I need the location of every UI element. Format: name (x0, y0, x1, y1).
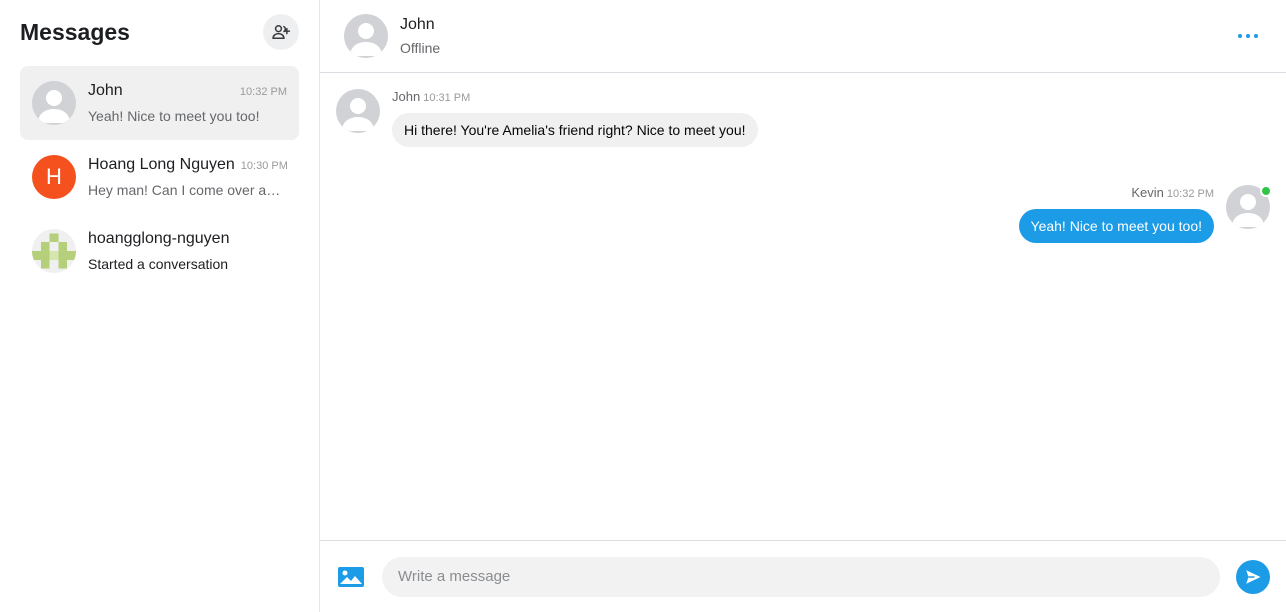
more-options-button[interactable] (1234, 28, 1262, 44)
conversation-name: Hoang Long Nguyen (88, 156, 235, 173)
message-input[interactable] (382, 556, 1220, 597)
message-sender: John (392, 89, 421, 104)
message-list: John 10:31 PM Hi there! You're Amelia's f… (320, 73, 1286, 540)
message-time: 10:31 PM (423, 92, 471, 104)
contact-avatar[interactable] (344, 14, 388, 58)
conversation-list: John 10:32 PM Yeah! Nice to meet you too… (0, 64, 319, 288)
add-user-icon (272, 25, 291, 39)
message-bubble[interactable]: Yeah! Nice to meet you too! (1018, 209, 1214, 243)
contact-name: John (400, 16, 435, 33)
send-icon (1246, 569, 1261, 584)
conversation-time: 10:30 PM (240, 160, 288, 172)
online-status-dot (1260, 185, 1272, 197)
message-sender: Kevin (1131, 185, 1164, 200)
more-dots-icon (1238, 34, 1242, 38)
messenger-app: Messages John 10:32 PM Yeah! Nice to mee… (0, 0, 1286, 612)
outgoing-message: Kevin 10:32 PM Yeah! Nice to meet you too… (1018, 185, 1272, 243)
sender-avatar (336, 89, 380, 133)
send-button[interactable] (1236, 559, 1270, 594)
sidebar: Messages John 10:32 PM Yeah! Nice to mee… (0, 0, 320, 612)
message-bubble[interactable]: Hi there! You're Amelia's friend right? … (392, 113, 758, 147)
conversation-preview: Started a conversation (88, 256, 229, 272)
message-composer (320, 540, 1286, 612)
conversation-name: hoangglong-nguyen (88, 230, 230, 247)
conversation-preview: Hey man! Can I come over and play some g… (88, 182, 287, 198)
incoming-message: John 10:31 PM Hi there! You're Amelia's f… (336, 89, 758, 147)
chat-header: John Offline (320, 0, 1286, 73)
message-time: 10:32 PM (1166, 188, 1214, 200)
letter-avatar: H (32, 155, 76, 199)
conversation-item-hoangglong-nguyen[interactable]: hoangglong-nguyen Started a conversation (20, 214, 299, 288)
conversation-item-hoang-long-nguyen[interactable]: H Hoang Long Nguyen 10:30 PM Hey man! Ca… (20, 140, 299, 214)
identicon-avatar (32, 229, 76, 273)
conversation-item-john[interactable]: John 10:32 PM Yeah! Nice to meet you too… (20, 66, 299, 140)
attach-image-button[interactable] (336, 562, 366, 592)
chat-panel: John Offline John 10:31 PM Hi there! You… (320, 0, 1286, 612)
contact-status: Offline (400, 40, 441, 56)
conversation-preview: Yeah! Nice to meet you too! (88, 108, 260, 124)
default-user-avatar (32, 81, 76, 125)
sidebar-title: Messages (20, 18, 130, 45)
add-user-button[interactable] (263, 14, 299, 50)
sidebar-header: Messages (0, 0, 319, 64)
image-icon (338, 566, 364, 587)
conversation-name: John (88, 82, 123, 99)
conversation-time: 10:32 PM (239, 86, 287, 98)
